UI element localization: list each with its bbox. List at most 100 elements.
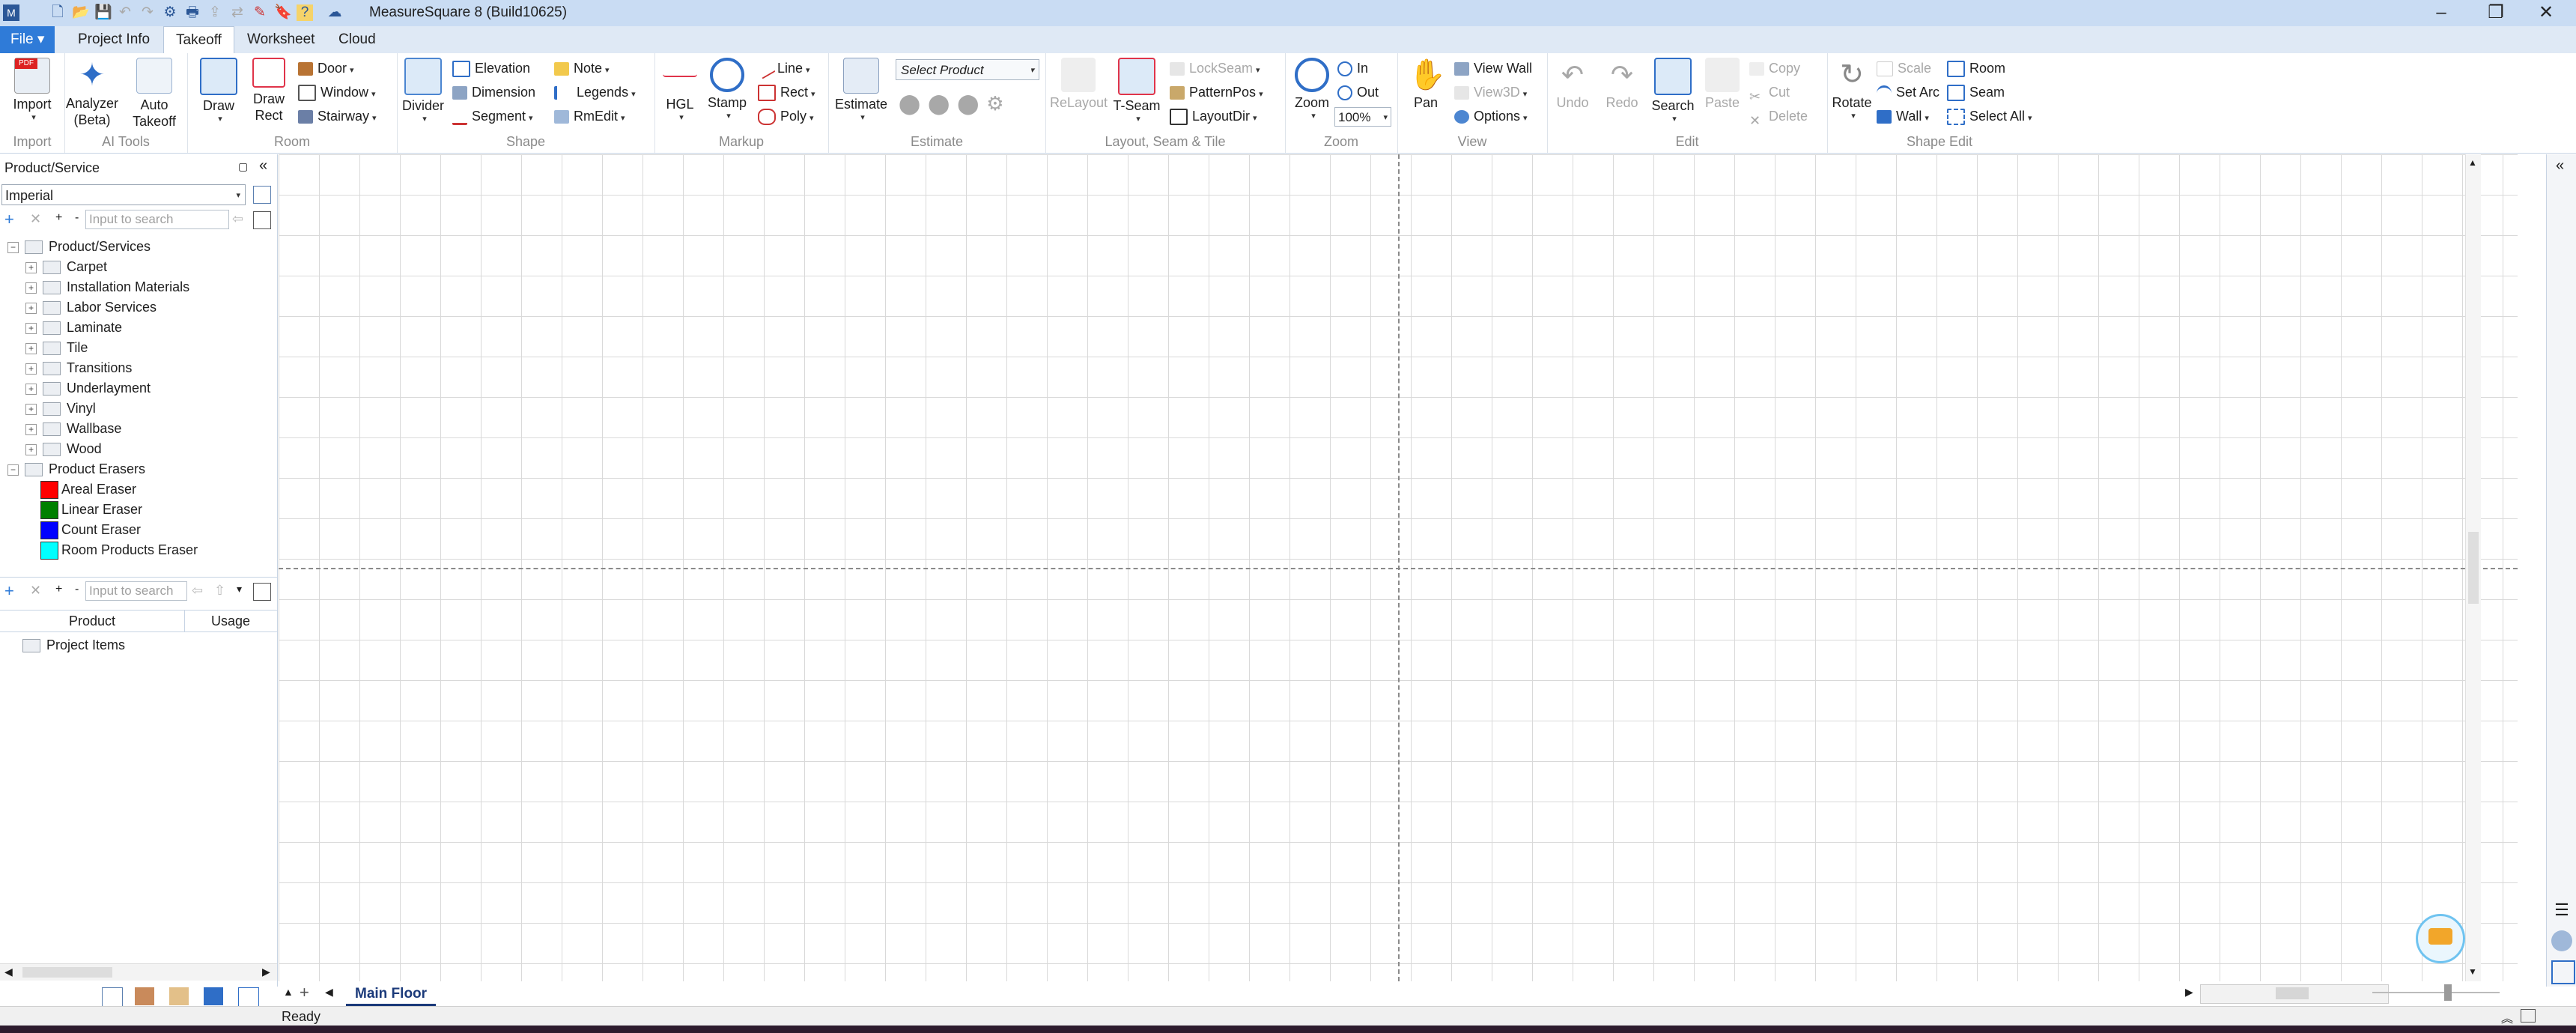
up-arrow-icon[interactable]: ⇧ [214, 583, 225, 599]
zoom-in-button[interactable]: In [1337, 58, 1368, 79]
dimension-button[interactable]: Dimension [452, 82, 535, 103]
set-arc-button[interactable]: Set Arc [1877, 82, 1939, 103]
tree-item-wallbase[interactable]: + Wallbase [25, 419, 121, 439]
scroll-up-icon[interactable]: ▲ [2468, 157, 2477, 168]
room-select-button[interactable]: Room [1947, 58, 2005, 79]
tree-item-transitions[interactable]: + Transitions [25, 358, 132, 378]
open-folder-icon[interactable]: 📂 [72, 4, 90, 21]
close-button[interactable]: ✕ [2524, 0, 2569, 26]
seam-select-button[interactable]: Seam [1947, 82, 2005, 103]
copy-button[interactable]: Copy [1749, 58, 1800, 79]
remove-icon[interactable]: ✕ [30, 211, 41, 227]
collapse-items-icon[interactable]: - [75, 583, 79, 596]
lockseam-button[interactable]: LockSeam ▾ [1170, 58, 1260, 79]
tab-file[interactable]: File ▾ [0, 26, 55, 53]
column-product[interactable]: Product [0, 611, 185, 631]
cut-button[interactable]: ✂ Cut [1749, 82, 1790, 104]
expand-all-icon[interactable]: + [55, 211, 62, 225]
grid-view-icon[interactable] [253, 583, 271, 601]
scroll-thumb[interactable] [2276, 987, 2309, 999]
zoom-slider[interactable] [2372, 984, 2500, 1001]
tab-takeoff[interactable]: Takeoff [163, 26, 234, 54]
tab-worksheet[interactable]: Worksheet [235, 26, 326, 53]
panel-splitter[interactable] [0, 577, 277, 578]
view3d-button[interactable]: View3D ▾ [1454, 82, 1527, 103]
add-item-icon[interactable]: + [4, 581, 14, 601]
tree-item-laminate[interactable]: + Laminate [25, 318, 122, 338]
rect-button[interactable]: Rect ▾ [758, 82, 815, 103]
scroll-thumb[interactable] [22, 967, 112, 978]
product-search-input[interactable]: Input to search [85, 210, 229, 229]
new-file-icon[interactable]: 🗋 [49, 4, 66, 21]
undo-icon[interactable]: ↶ [117, 4, 133, 21]
bookmark-icon[interactable]: 🔖 [274, 4, 292, 21]
zoom-slider-thumb[interactable] [2444, 984, 2452, 1001]
chevron-down-icon[interactable]: ▾ [237, 583, 242, 596]
house-view-icon[interactable] [204, 987, 223, 1005]
canvas-vertical-scrollbar[interactable]: ▲ ▼ [2465, 154, 2481, 981]
scroll-down-icon[interactable]: ▼ [2468, 966, 2477, 977]
collapse-all-icon[interactable]: - [75, 211, 79, 225]
tree-item-installation-materials[interactable]: + Installation Materials [25, 277, 189, 297]
redo-icon[interactable]: ↷ [139, 4, 156, 21]
fullscreen-icon[interactable] [2521, 1009, 2536, 1023]
tree-root-erasers[interactable]: − Product Erasers [7, 459, 145, 479]
tree-item-vinyl[interactable]: + Vinyl [25, 399, 96, 419]
collapse-panel-icon[interactable]: « [259, 157, 267, 175]
auto-takeoff-button[interactable]: Auto Takeoff [126, 58, 183, 130]
print-icon[interactable]: 🖶 [184, 4, 201, 21]
pattern-view-icon[interactable] [135, 987, 154, 1005]
tree-item-carpet[interactable]: + Carpet [25, 257, 107, 277]
note-button[interactable]: Note ▾ [554, 58, 610, 79]
unit-system-dropdown[interactable]: Imperial ▾ [1, 184, 246, 205]
floor-tab-main-floor[interactable]: Main Floor [346, 984, 437, 1006]
import-button[interactable]: PDF Import ▾ [6, 58, 58, 122]
help-icon[interactable]: ? [297, 4, 313, 21]
float-panel-icon[interactable]: ▢ [238, 160, 248, 173]
window-button[interactable]: Window ▾ [298, 82, 376, 103]
search-button[interactable]: Search ▾ [1649, 58, 1697, 124]
rotate-button[interactable]: ↻ Rotate ▾ [1827, 58, 1877, 121]
select-all-button[interactable]: Select All ▾ [1947, 106, 2032, 127]
layoutdir-button[interactable]: LayoutDir ▾ [1170, 106, 1257, 127]
tree-item-linear-eraser[interactable]: Linear Eraser [40, 500, 142, 520]
grid-view-icon[interactable] [253, 211, 271, 229]
catalog-view-icon[interactable] [102, 987, 123, 1007]
project-items-row[interactable]: Project Items [22, 635, 125, 655]
stamp-button[interactable]: Stamp ▾ [702, 58, 752, 121]
project-items-search-input[interactable]: Input to search [85, 581, 187, 601]
save-icon[interactable]: 💾 [94, 4, 112, 21]
expand-panel-icon[interactable]: « [2556, 157, 2564, 175]
next-floor-icon[interactable]: ▶ [2185, 986, 2193, 999]
undo-button[interactable]: ↶ Undo [1550, 58, 1595, 111]
tree-item-labor-services[interactable]: + Labor Services [25, 297, 157, 318]
tree-item-tile[interactable]: + Tile [25, 338, 88, 358]
view-wall-button[interactable]: View Wall [1454, 58, 1532, 79]
horizontal-canvas-scrollbar[interactable] [2200, 984, 2389, 1004]
scroll-right-icon[interactable]: ▶ [262, 966, 270, 978]
tab-project-info[interactable]: Project Info [66, 26, 162, 53]
zoom-out-button[interactable]: Out [1337, 82, 1379, 103]
list-icon[interactable]: ☰ [2551, 900, 2572, 921]
stairway-button[interactable]: Stairway ▾ [298, 106, 377, 127]
redo-button[interactable]: ↷ Redo [1600, 58, 1644, 111]
tree-item-underlayment[interactable]: + Underlayment [25, 378, 151, 399]
analyzer-button[interactable]: ✦ Analyzer (Beta) [64, 58, 120, 128]
paste-button[interactable]: Paste [1700, 58, 1745, 111]
share-icon[interactable]: ⇄ [229, 4, 246, 21]
scroll-left-icon[interactable]: ◀ [4, 966, 13, 978]
tree-item-count-eraser[interactable]: Count Eraser [40, 520, 141, 540]
minimize-button[interactable]: – [2419, 0, 2464, 26]
cloud-icon[interactable]: ☁ [326, 4, 343, 21]
left-panel-horizontal-scrollbar[interactable]: ◀ ▶ [0, 963, 277, 981]
layers-icon[interactable] [2551, 930, 2572, 951]
estimate-button[interactable]: Estimate ▾ [833, 58, 890, 122]
door-button[interactable]: Door ▾ [298, 58, 354, 79]
scroll-thumb[interactable] [2468, 532, 2479, 604]
wall-button[interactable]: Wall ▾ [1877, 106, 1929, 127]
back-arrow-icon[interactable]: ⇦ [192, 583, 203, 599]
collapse-up-icon[interactable]: ︽ [2501, 1008, 2513, 1026]
relayout-button[interactable]: ReLayout [1050, 58, 1108, 111]
tile-view-icon[interactable] [169, 987, 189, 1005]
column-usage[interactable]: Usage [186, 611, 276, 631]
